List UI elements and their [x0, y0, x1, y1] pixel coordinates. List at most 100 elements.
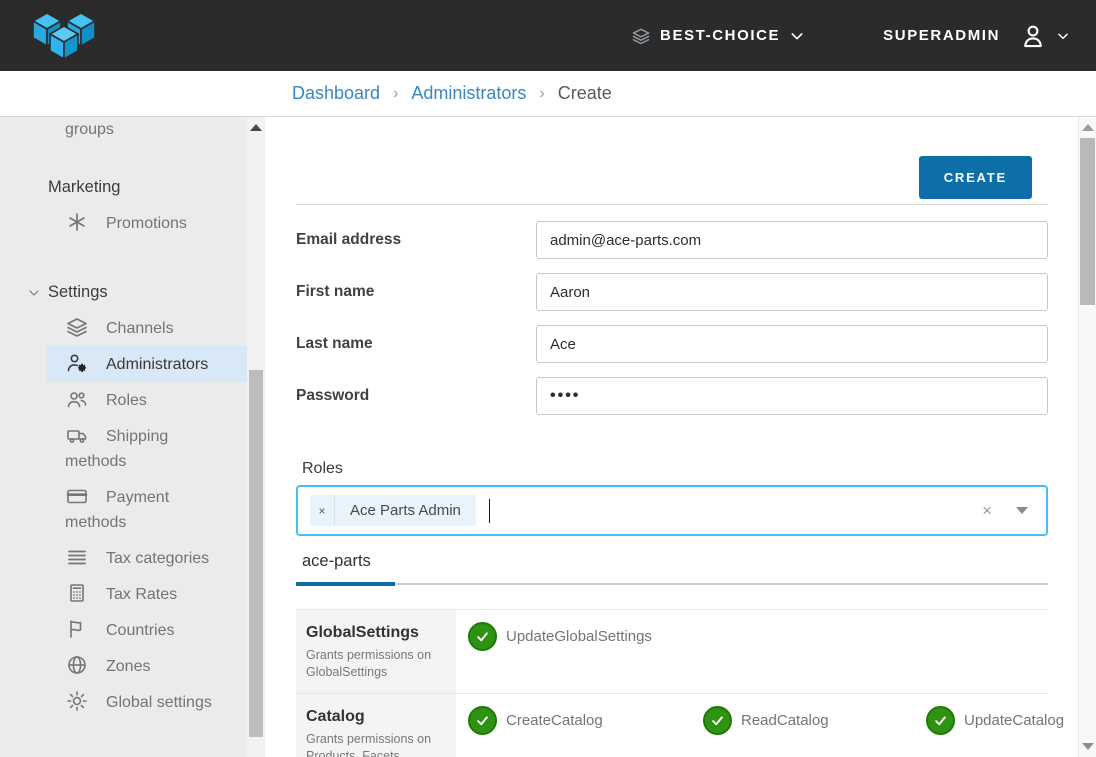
- sidebar-item-countries[interactable]: Countries: [47, 612, 247, 648]
- list-icon: [65, 545, 89, 569]
- sidebar-scrollbar[interactable]: [247, 117, 265, 757]
- toggle-on-icon[interactable]: [926, 706, 955, 735]
- toggle-on-icon[interactable]: [468, 706, 497, 735]
- sidebar-item-tax-rates[interactable]: Tax Rates: [47, 576, 247, 612]
- dropdown-arrow-icon[interactable]: [1016, 507, 1028, 514]
- permission-cell: UpdateCatalog: [926, 706, 1064, 735]
- form-row-last-name: Last name: [296, 325, 1048, 363]
- check-icon: [475, 629, 490, 644]
- permission-group-name: GlobalSettings: [306, 624, 446, 642]
- users-icon: [65, 387, 89, 411]
- permission-cells: CreateCatalog ReadCatalog: [456, 694, 1064, 757]
- sidebar-item-label: groups: [65, 121, 114, 138]
- permission-cell: UpdateGlobalSettings: [468, 622, 703, 651]
- topbar-right-group: BEST-CHOICE SUPERADMIN: [631, 21, 1070, 51]
- user-menu[interactable]: SUPERADMIN: [883, 21, 1070, 51]
- chevron-down-icon: [789, 28, 805, 44]
- scroll-up-arrow[interactable]: [250, 124, 262, 131]
- permission-group-header: Catalog Grants permissions on Products, …: [296, 694, 456, 757]
- sidebar-item-payment-methods[interactable]: Payment methods: [47, 479, 247, 540]
- roles-label: Roles: [302, 460, 1048, 478]
- sidebar-item-administrators[interactable]: Administrators: [47, 346, 247, 382]
- calculator-icon: [65, 581, 89, 605]
- selected-role-label: Ace Parts Admin: [335, 495, 476, 526]
- check-icon: [933, 713, 948, 728]
- permission-cells: UpdateGlobalSettings: [456, 610, 1048, 693]
- password-label: Password: [296, 377, 536, 415]
- first-name-label: First name: [296, 273, 536, 311]
- breadcrumb-separator: ›: [539, 85, 544, 103]
- sidebar-item-shipping-methods[interactable]: Shipping methods: [47, 418, 247, 479]
- sidebar-item-label: Tax Rates: [106, 586, 177, 603]
- permission-cell: ReadCatalog: [703, 706, 926, 735]
- first-name-field[interactable]: [536, 273, 1048, 311]
- sidebar-item-roles[interactable]: Roles: [47, 382, 247, 418]
- last-name-field[interactable]: [536, 325, 1048, 363]
- channel-tabs: ace-parts: [296, 552, 1048, 585]
- sidebar-nav: groups Marketing Promotions Settings: [0, 117, 265, 757]
- form-row-first-name: First name: [296, 273, 1048, 311]
- sidebar-section-marketing: Marketing: [0, 178, 247, 197]
- form-row-password: Password: [296, 377, 1048, 415]
- last-name-label: Last name: [296, 325, 536, 363]
- active-tab-indicator: [296, 582, 395, 586]
- sidebar-item-label: Roles: [106, 392, 147, 409]
- permission-label: UpdateGlobalSettings: [506, 628, 652, 645]
- remove-role-button[interactable]: ×: [310, 495, 335, 526]
- gear-icon: [65, 689, 89, 713]
- content-area: groups Marketing Promotions Settings: [0, 117, 1096, 757]
- breadcrumb-administrators[interactable]: Administrators: [411, 83, 526, 104]
- create-button[interactable]: CREATE: [919, 156, 1032, 199]
- permissions-table: GlobalSettings Grants permissions on Glo…: [296, 609, 1048, 757]
- page-toolbar: CREATE: [296, 117, 1048, 205]
- password-field[interactable]: [536, 377, 1048, 415]
- sidebar-item-channels[interactable]: Channels: [47, 310, 247, 346]
- permission-cell: CreateCatalog: [468, 706, 703, 735]
- breadcrumb-separator: ›: [393, 85, 398, 103]
- permission-group-description: Grants permissions on GlobalSettings: [306, 647, 446, 681]
- channel-name: BEST-CHOICE: [660, 27, 780, 44]
- clear-selection-button[interactable]: ×: [978, 501, 996, 521]
- credit-card-icon: [65, 484, 89, 508]
- sidebar-scrollbar-thumb[interactable]: [249, 370, 263, 737]
- sidebar-item-promotions[interactable]: Promotions: [47, 205, 247, 241]
- sidebar-item-label: Administrators: [106, 356, 208, 373]
- sidebar-item-zones[interactable]: Zones: [47, 648, 247, 684]
- scroll-up-arrow[interactable]: [1082, 124, 1094, 131]
- permission-label: CreateCatalog: [506, 712, 603, 729]
- sidebar-item-label: Zones: [106, 658, 150, 675]
- sidebar-item-label: Global settings: [106, 694, 212, 711]
- permission-group-description: Grants permissions on Products, Facets: [306, 731, 446, 757]
- tab-ace-parts[interactable]: ace-parts: [296, 552, 373, 583]
- sidebar-section-settings[interactable]: Settings: [0, 283, 247, 302]
- user-name: SUPERADMIN: [883, 27, 1000, 44]
- text-cursor: [489, 499, 490, 523]
- asterisk-icon: [65, 210, 89, 234]
- breadcrumb: Dashboard › Administrators › Create: [0, 71, 1096, 117]
- selected-role-chip: × Ace Parts Admin: [310, 495, 476, 526]
- permission-row-globalsettings: GlobalSettings Grants permissions on Glo…: [296, 609, 1048, 693]
- truck-icon: [65, 423, 89, 447]
- permission-group-header: GlobalSettings Grants permissions on Glo…: [296, 610, 456, 693]
- sidebar-item-tax-categories[interactable]: Tax categories: [47, 540, 247, 576]
- email-field[interactable]: [536, 221, 1048, 259]
- toggle-on-icon[interactable]: [703, 706, 732, 735]
- vendure-logo[interactable]: [28, 8, 100, 64]
- email-label: Email address: [296, 221, 536, 259]
- administrator-form: Email address First name Last name Passw…: [296, 221, 1048, 415]
- permission-group-name: Catalog: [306, 708, 446, 726]
- main-scrollbar[interactable]: [1078, 117, 1096, 757]
- app-window: BEST-CHOICE SUPERADMIN Dashboard › Admin…: [0, 0, 1096, 757]
- tab-label: ace-parts: [302, 552, 371, 570]
- scroll-down-arrow[interactable]: [1082, 743, 1094, 750]
- toggle-on-icon[interactable]: [468, 622, 497, 651]
- form-row-email: Email address: [296, 221, 1048, 259]
- flag-icon: [65, 617, 89, 641]
- main-scrollbar-thumb[interactable]: [1080, 138, 1095, 305]
- breadcrumb-dashboard[interactable]: Dashboard: [292, 83, 380, 104]
- roles-multiselect[interactable]: × Ace Parts Admin ×: [296, 485, 1048, 536]
- channel-switcher[interactable]: BEST-CHOICE: [631, 26, 805, 46]
- sidebar-item-global-settings[interactable]: Global settings: [47, 684, 247, 720]
- top-bar: BEST-CHOICE SUPERADMIN: [0, 0, 1096, 71]
- sidebar-item-customer-groups[interactable]: groups: [47, 117, 247, 142]
